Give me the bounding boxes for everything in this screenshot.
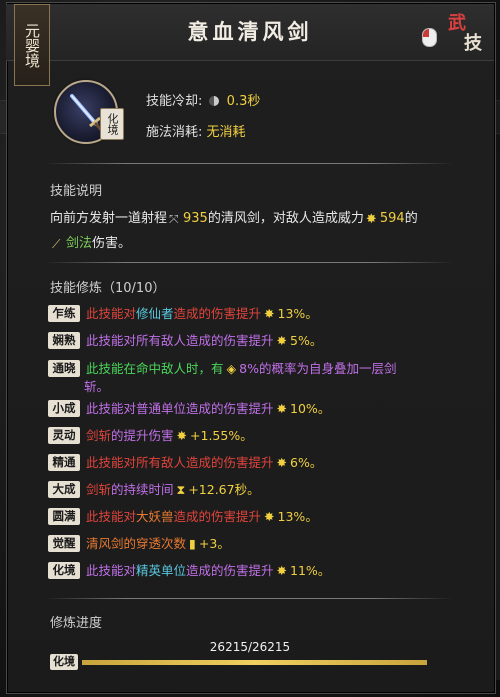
cultivation-stage-tag: 化境 [48, 562, 80, 579]
cultivation-text: 此技能对 [86, 306, 137, 321]
cooldown-row: 技能冷却: 0.3秒 [146, 90, 260, 109]
cultivation-row: 小成 此技能对普通单位造成的伤害提升 ✸ 10%。 [48, 398, 468, 419]
cost-label: 施法消耗: [146, 125, 203, 140]
bonus-icon: ⧗ [176, 482, 186, 497]
type-seal-char: 武 [448, 13, 466, 34]
desc-text: 的 [404, 211, 418, 226]
cultivation-text: 大妖兽 [136, 509, 174, 524]
cultivation-text: +3。 [198, 536, 230, 551]
skill-description: 向前方发射一道射程 ⤧ 935的清风剑，对敌人造成威力 ✸ 594的 ⟋ 剑法伤害。 [50, 206, 460, 256]
cultivation-text: 此技能对 [86, 455, 137, 470]
cultivation-row: 大成 剑斩的持续时间 ⧗ +12.67秒。 [48, 479, 468, 500]
divider [44, 598, 454, 599]
cultivation-stage-tag: 圆满 [48, 508, 80, 525]
cultivation-text: 精英单位 [136, 563, 187, 578]
cooldown-label: 技能冷却: [146, 94, 203, 109]
progress-title: 修炼进度 [50, 616, 103, 631]
cultivation-row: 乍练 此技能对修仙者造成的伤害提升 ✸ 13%。 [48, 303, 468, 324]
bonus-icon: ✸ [264, 509, 275, 524]
progress-bar [82, 660, 427, 665]
progress-fill [82, 660, 427, 665]
cultivation-text: 8%的概率为自身叠加一层剑 [239, 361, 397, 376]
cultivation-text: 5%。 [290, 333, 323, 348]
cultivation-text: 所有敌人 [136, 333, 187, 348]
cultivation-row: 娴熟 此技能对所有敌人造成的伤害提升 ✸ 5%。 [48, 330, 468, 351]
cultivation-text: 造成的伤害提升 [173, 509, 262, 524]
bonus-icon: ✸ [276, 563, 288, 578]
cultivation-text: 剑斩 [86, 428, 112, 443]
cultivation-text: 13%。 [277, 509, 318, 524]
tier-badge: 化境 [100, 108, 124, 140]
cultivation-text: 10%。 [290, 401, 331, 416]
cultivation-text: 13%。 [277, 306, 318, 321]
progress-text: 26215/26215 [209, 640, 291, 654]
range-icon: ⤧ [169, 212, 179, 226]
cultivation-text: 此技能对 [86, 509, 137, 524]
cultivation-text: 11%。 [290, 563, 331, 578]
cultivation-stage-tag: 通晓 [48, 360, 80, 377]
cultivation-title: 技能修炼（10/10） [50, 281, 166, 296]
power-value: 594 [379, 211, 405, 226]
divider [44, 262, 454, 263]
skill-type-seal: 武 技 [440, 14, 490, 58]
bonus-icon: ▮ [189, 536, 196, 551]
cultivation-stage-tag: 灵动 [48, 427, 80, 444]
cultivation-text: 所有敌人 [136, 455, 187, 470]
cultivation-text: 造成的伤害提升 [186, 401, 274, 416]
bonus-icon: ◈ [226, 361, 237, 376]
cultivation-stage-tag: 大成 [48, 481, 80, 498]
cultivation-text: 造成的伤害提升 [186, 333, 274, 348]
bonus-icon: ✸ [276, 401, 288, 416]
cultivation-text: 此技能对 [86, 563, 137, 578]
cultivation-text: 的持续时间 [111, 482, 174, 497]
mouse-icon [422, 28, 437, 47]
cultivation-row: 斩。 [84, 376, 500, 397]
sword-law-label: 剑法 [66, 236, 93, 251]
desc-text: 的清风剑，对敌人造成威力 [207, 211, 364, 226]
cultivation-text: 此技能对 [86, 401, 137, 416]
bonus-icon: ✸ [276, 455, 288, 470]
cultivation-text: 清风剑的穿透次数 [86, 536, 187, 551]
cultivation-text: 的提升伤害 [111, 428, 174, 443]
cultivation-text: 造成的伤害提升 [186, 455, 274, 470]
cultivation-text: 6%。 [290, 455, 323, 470]
divider [44, 163, 454, 164]
cultivation-stage-tag: 小成 [48, 400, 80, 417]
cultivation-text: 普通单位 [136, 401, 187, 416]
cultivation-text: +1.55%。 [190, 428, 253, 443]
cultivation-stage-tag: 精通 [48, 454, 80, 471]
cost-value: 无消耗 [206, 125, 246, 140]
cultivation-text: 斩。 [84, 379, 110, 394]
cultivation-stage-tag: 觉醒 [48, 535, 80, 552]
bonus-icon: ✸ [176, 428, 188, 443]
tier-badge-text: 化境 [106, 113, 119, 135]
sword-law-icon: ⟋ [52, 237, 61, 251]
cultivation-text: +12.67秒。 [188, 482, 260, 497]
desc-text: 伤害。 [92, 236, 132, 251]
description-title: 技能说明 [50, 184, 103, 199]
cultivation-text: 此技能对 [86, 333, 137, 348]
cultivation-text: 此技能在命中敌人时，有 [86, 361, 224, 376]
cultivation-row: 灵动 剑斩的提升伤害 ✸ +1.55%。 [48, 425, 468, 446]
cultivation-row: 化境 此技能对精英单位造成的伤害提升 ✸ 11%。 [48, 560, 468, 581]
cooldown-icon [208, 96, 219, 106]
range-value: 935 [183, 211, 208, 226]
bonus-icon: ✸ [276, 333, 288, 348]
power-icon: ✸ [365, 212, 377, 227]
type-seal-char: 技 [464, 33, 482, 54]
cooldown-value: 0.3秒 [226, 94, 261, 109]
cost-row: 施法消耗: 无消耗 [146, 121, 246, 140]
cultivation-text: 剑斩 [86, 482, 112, 497]
bonus-icon: ✸ [264, 306, 275, 321]
cultivation-text: 造成的伤害提升 [173, 306, 262, 321]
cultivation-text: 修仙者 [136, 306, 174, 321]
cultivation-row: 觉醒 清风剑的穿透次数 ▮ +3。 [48, 533, 468, 554]
desc-text: 向前方发射一道射程 [50, 211, 168, 226]
cultivation-row: 圆满 此技能对大妖兽造成的伤害提升 ✸ 13%。 [48, 506, 468, 527]
cultivation-stage-tag: 娴熟 [48, 332, 80, 349]
cultivation-row: 精通 此技能对所有敌人造成的伤害提升 ✸ 6%。 [48, 452, 468, 473]
cultivation-stage-tag: 乍练 [48, 305, 80, 322]
progress-tier-tag: 化境 [50, 654, 78, 670]
cultivation-text: 造成的伤害提升 [186, 563, 274, 578]
